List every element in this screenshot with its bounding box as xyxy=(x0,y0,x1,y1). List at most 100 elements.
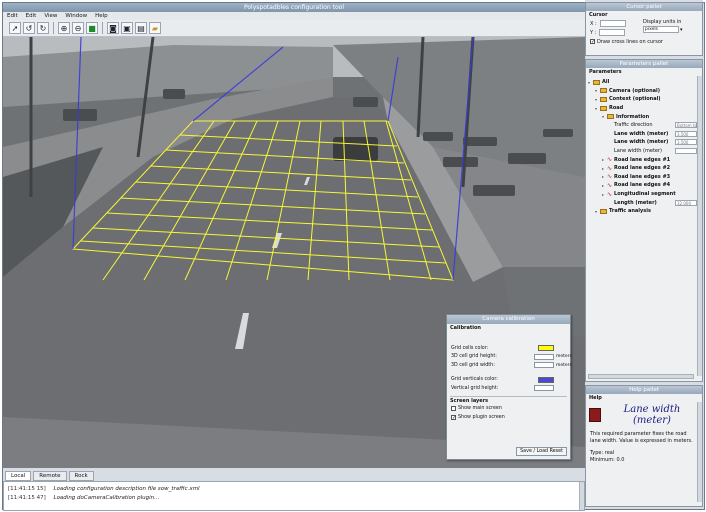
chevron-down-icon[interactable]: ▾ xyxy=(680,27,683,33)
log-message: Loading configuration description file s… xyxy=(53,486,200,492)
tree-item[interactable]: Traffic direction Bottom to t xyxy=(588,121,700,130)
menu-view[interactable]: View xyxy=(44,12,57,20)
tree-item[interactable]: Lane width (meter) 3.500 xyxy=(588,138,700,147)
tab-rock[interactable]: Rock xyxy=(68,471,94,481)
zoom-out-icon[interactable]: ⊖ xyxy=(72,22,84,34)
help-heading-line1: Lane width xyxy=(623,404,681,415)
expand-arrow-icon[interactable]: ▾ xyxy=(595,106,599,111)
expand-arrow-icon[interactable]: ▾ xyxy=(595,209,599,214)
show-main-screen-row[interactable]: Show main screen xyxy=(447,405,570,414)
draw-cross-row[interactable]: ✓ Draw cross lines on cursor xyxy=(586,37,702,46)
tree-item[interactable]: Lane width (meter) xyxy=(588,147,700,156)
tree-item-label: Longitudinal segment xyxy=(614,191,676,198)
parameters-pallet-title[interactable]: Parameters pallet xyxy=(586,60,702,68)
folder-icon xyxy=(600,88,607,94)
cell-height-row: 3D cell grid height: meters xyxy=(447,353,572,362)
tree-item[interactable]: ▸ ∿ Road lane edges #4 xyxy=(588,181,700,190)
cell-height-spinner[interactable] xyxy=(534,353,554,360)
zoom-fit-icon[interactable]: ■ xyxy=(86,22,98,34)
tree-item[interactable]: ▾ Traffic analysis xyxy=(588,207,700,216)
tree-item-label: Context (optional) xyxy=(609,96,661,103)
tree-item[interactable]: ▸ ∿ Road lane edges #3 xyxy=(588,173,700,182)
tree-item[interactable]: ▾ Camera (optional) xyxy=(588,87,700,96)
toolbar-separator xyxy=(102,22,103,34)
log-scrollbar[interactable] xyxy=(579,482,584,510)
pointer-icon[interactable]: ➚ xyxy=(9,22,21,34)
tree-item[interactable]: ▾ Information xyxy=(588,112,700,121)
show-plugin-screen-row[interactable]: ✓ Show plugin screen xyxy=(447,413,570,422)
menu-edit[interactable]: Edit xyxy=(26,12,37,20)
rotate-left-icon[interactable]: ↺ xyxy=(23,22,35,34)
draw-cross-checkbox[interactable]: ✓ xyxy=(590,39,595,45)
camera-icon[interactable]: ◙ xyxy=(107,22,119,34)
tree-item[interactable]: ▾ All xyxy=(588,78,700,87)
log-timestamp: [11:41:15 15] xyxy=(8,486,46,492)
parameters-hscrollbar[interactable] xyxy=(588,374,694,379)
expand-arrow-icon[interactable]: ▾ xyxy=(595,88,599,93)
tab-local[interactable]: Local xyxy=(5,471,32,481)
tree-item-value-field[interactable]: 3.500 xyxy=(675,130,697,137)
expand-arrow-icon[interactable]: ▾ xyxy=(588,80,592,85)
rotate-right-icon[interactable]: ↻ xyxy=(37,22,49,34)
y-label: Y : xyxy=(590,29,597,36)
log-message: Loading doCameraCalibration plugin... xyxy=(53,495,160,501)
dialog-title[interactable]: Camera calibration xyxy=(447,315,570,324)
tree-item[interactable]: ▸ ∿ Longitudinal segment xyxy=(588,190,700,199)
window-title: Polyspotadbles configuration tool xyxy=(3,3,585,12)
expand-arrow-icon[interactable]: ▾ xyxy=(602,114,606,119)
right-pallets: Cursor pallet Cursor X : Y : Display uni… xyxy=(585,0,703,508)
expand-arrow-icon[interactable]: ▸ xyxy=(602,166,606,171)
tree-item-label: Road lane edges #1 xyxy=(614,156,671,163)
help-pallet-title[interactable]: Help pallet xyxy=(586,386,702,394)
menu-file[interactable]: Edit xyxy=(7,12,18,20)
menu-help[interactable]: Help xyxy=(95,12,108,20)
tree-item-label: All xyxy=(602,79,610,86)
x-field[interactable] xyxy=(599,20,626,27)
show-plugin-screen-checkbox[interactable]: ✓ xyxy=(451,414,456,420)
expand-arrow-icon[interactable]: ▸ xyxy=(602,157,606,162)
expand-arrow-icon[interactable]: ▸ xyxy=(602,174,606,179)
help-heading-line2: (meter) xyxy=(633,415,671,426)
tree-item[interactable]: ▸ ∿ Road lane edges #2 xyxy=(588,164,700,173)
tree-item-label: Information xyxy=(616,113,650,120)
tree-item[interactable]: Length (meter) 32.000 xyxy=(588,198,700,207)
reset-button[interactable]: Save / Load Reset xyxy=(516,447,567,456)
expand-arrow-icon[interactable]: ▾ xyxy=(595,97,599,102)
folder-open-icon[interactable]: ▰ xyxy=(149,22,161,34)
expand-arrow-icon[interactable]: ▸ xyxy=(602,183,606,188)
calibration-section: Calibration xyxy=(450,325,481,331)
grid-verticals-color-swatch[interactable] xyxy=(538,376,554,383)
parameters-scrollbar[interactable] xyxy=(697,76,702,376)
tree-item[interactable]: ▸ ∿ Road lane edges #1 xyxy=(588,155,700,164)
y-field[interactable] xyxy=(599,29,626,36)
tree-item[interactable]: ▾ Road xyxy=(588,104,700,113)
log-entry: [11:41:15 47] Loading doCameraCalibratio… xyxy=(8,494,580,503)
grid-cells-color-swatch[interactable] xyxy=(538,345,554,352)
help-scrollbar[interactable] xyxy=(697,402,702,502)
tree-item-value-field[interactable]: 32.000 xyxy=(675,199,697,206)
zoom-in-icon[interactable]: ⊕ xyxy=(58,22,70,34)
folder-icon xyxy=(607,114,614,120)
help-body: This required parameter fixes the road l… xyxy=(590,431,693,444)
tree-item[interactable]: ▾ Context (optional) xyxy=(588,95,700,104)
tree-item-label: Traffic analysis xyxy=(609,208,651,215)
expand-arrow-icon[interactable]: ▸ xyxy=(602,192,606,197)
gallery-icon[interactable]: ▤ xyxy=(135,22,147,34)
tab-remote[interactable]: Remote xyxy=(33,471,67,481)
tree-item-value-field[interactable] xyxy=(675,148,697,155)
show-main-screen-checkbox[interactable] xyxy=(451,406,456,412)
cell-width-spinner[interactable] xyxy=(534,362,554,369)
menu-window[interactable]: Window xyxy=(65,12,87,20)
vertical-grid-height-spinner[interactable] xyxy=(534,385,554,392)
cursor-pallet-title[interactable]: Cursor pallet xyxy=(586,3,702,11)
tree-item[interactable]: Lane width (meter) 3.500 xyxy=(588,130,700,139)
tree-item-value-field[interactable]: 3.500 xyxy=(675,139,697,146)
save-icon[interactable]: ▣ xyxy=(121,22,133,34)
tree-item-value-field[interactable]: Bottom to t xyxy=(675,122,700,129)
cursor-pallet: Cursor pallet Cursor X : Y : Display uni… xyxy=(585,2,703,56)
units-select-value[interactable]: pixels xyxy=(643,26,679,33)
help-section: Help xyxy=(589,395,602,401)
units-select[interactable]: pixels ▾ xyxy=(643,26,701,33)
curve-icon: ∿ xyxy=(607,190,613,198)
